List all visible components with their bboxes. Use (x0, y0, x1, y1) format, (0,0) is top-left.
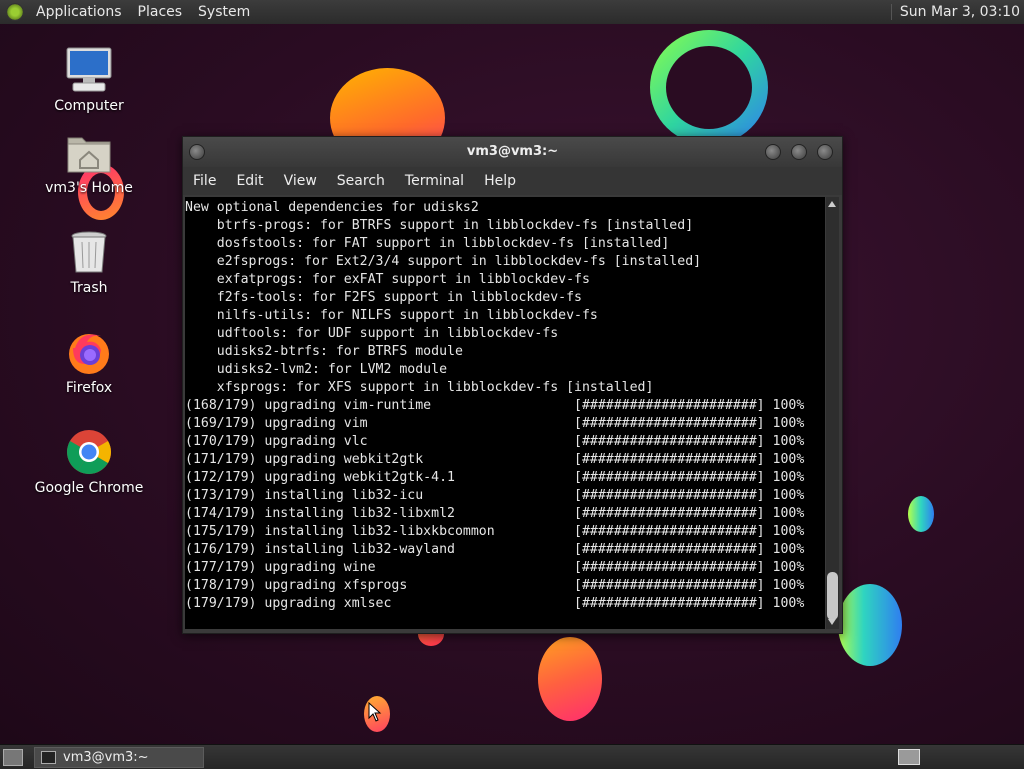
scrollbar-thumb[interactable] (827, 572, 838, 620)
taskbar-window-label: vm3@vm3:~ (63, 750, 149, 765)
chrome-icon (65, 428, 113, 476)
terminal-output-area[interactable]: New optional dependencies for udisks2 bt… (185, 197, 825, 629)
top-panel: Applications Places System Sun Mar 3, 03… (0, 0, 1024, 25)
menu-help[interactable]: Help (474, 173, 526, 189)
scroll-up-icon[interactable] (828, 201, 836, 207)
wallpaper-blob (838, 584, 902, 666)
window-menu-button[interactable] (189, 144, 205, 160)
menu-edit[interactable]: Edit (226, 173, 273, 189)
menu-view[interactable]: View (274, 173, 327, 189)
mouse-cursor-icon (368, 702, 382, 722)
mate-menu-icon[interactable] (6, 3, 24, 21)
clock[interactable]: Sun Mar 3, 03:10 (890, 4, 1024, 20)
wallpaper-ring (650, 30, 768, 145)
desktop-icon-home[interactable]: vm3's Home (29, 128, 149, 196)
desktop-icon-trash[interactable]: Trash (29, 228, 149, 296)
home-folder-icon (65, 128, 113, 176)
desktop-icon-label: Google Chrome (34, 480, 144, 496)
system-menu[interactable]: System (190, 4, 258, 20)
places-menu[interactable]: Places (130, 4, 191, 20)
desktop-icon-computer[interactable]: Computer (29, 46, 149, 114)
taskbar-window-button[interactable]: vm3@vm3:~ (34, 747, 204, 768)
desktop-icon-label: Firefox (65, 380, 113, 396)
workspace-switcher[interactable] (898, 749, 920, 765)
menu-file[interactable]: File (183, 173, 226, 189)
computer-icon (65, 46, 113, 94)
window-title: vm3@vm3:~ (466, 144, 559, 159)
close-button[interactable] (817, 144, 833, 160)
desktop-icon-label: vm3's Home (45, 180, 133, 196)
terminal-menubar: File Edit View Search Terminal Help (183, 167, 842, 195)
menu-search[interactable]: Search (327, 173, 395, 189)
terminal-output: New optional dependencies for udisks2 bt… (185, 200, 805, 611)
minimize-button[interactable] (765, 144, 781, 160)
trash-icon (65, 228, 113, 276)
desktop-icon-label: Trash (70, 280, 108, 296)
maximize-button[interactable] (791, 144, 807, 160)
terminal-icon (41, 751, 56, 764)
window-titlebar[interactable]: vm3@vm3:~ (183, 137, 842, 167)
wallpaper-blob (538, 637, 602, 721)
terminal-scrollbar[interactable] (826, 197, 839, 629)
terminal-window[interactable]: vm3@vm3:~ File Edit View Search Terminal… (182, 136, 843, 634)
show-desktop-icon[interactable] (3, 749, 23, 766)
applications-menu[interactable]: Applications (28, 4, 130, 20)
firefox-icon (65, 328, 113, 376)
desktop-icon-firefox[interactable]: Firefox (29, 328, 149, 396)
scroll-down-icon[interactable] (828, 619, 836, 625)
desktop-icon-chrome[interactable]: Google Chrome (29, 428, 149, 496)
bottom-panel: vm3@vm3:~ (0, 744, 1024, 769)
menu-terminal[interactable]: Terminal (395, 173, 474, 189)
desktop-icon-label: Computer (54, 98, 124, 114)
wallpaper-blob (908, 496, 934, 532)
